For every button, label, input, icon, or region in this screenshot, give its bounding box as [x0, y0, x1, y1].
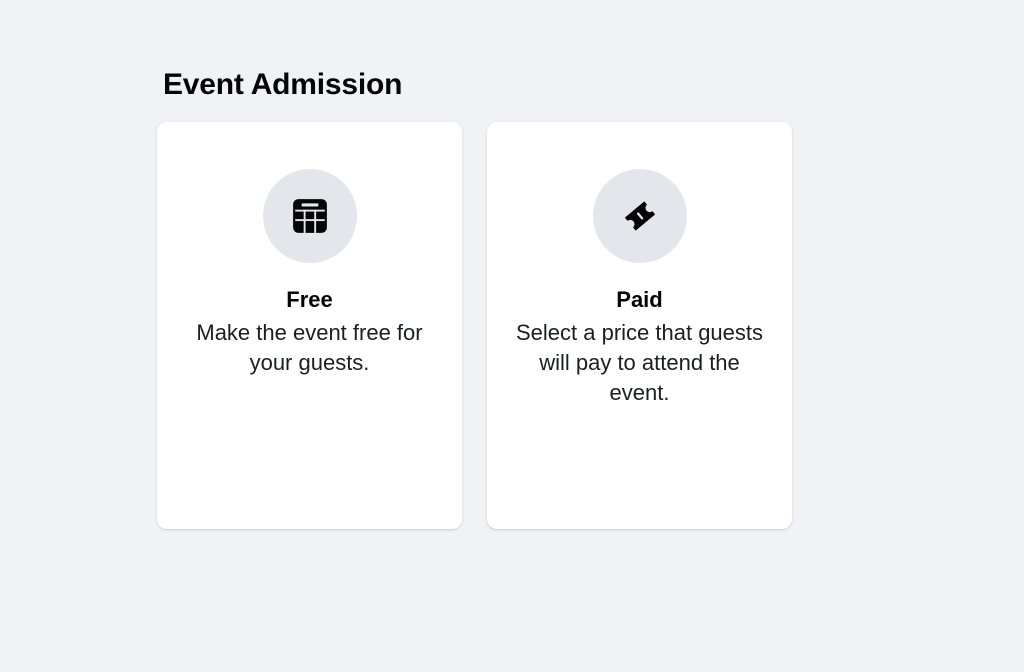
calendar-icon [293, 199, 327, 233]
admission-option-paid[interactable]: Paid Select a price that guests will pay… [487, 122, 792, 529]
ticket-icon [624, 201, 656, 231]
icon-circle [593, 169, 687, 263]
option-title: Paid [616, 287, 663, 312]
option-title: Free [286, 287, 333, 312]
page-title: Event Admission [163, 68, 403, 101]
icon-circle [263, 169, 357, 263]
admission-option-free[interactable]: Free Make the event free for your guests… [157, 122, 462, 529]
option-description: Select a price that guests will pay to a… [515, 320, 764, 405]
option-description: Make the event free for your guests. [196, 320, 423, 375]
